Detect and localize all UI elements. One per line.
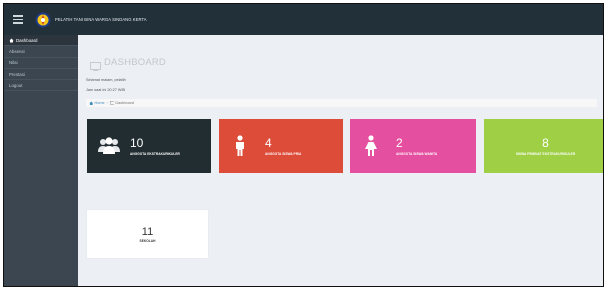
stat-label: SISWA PEMINAT EKSTRAKURIKULER: [515, 151, 576, 156]
sidebar-item-absensi[interactable]: Absensi: [4, 46, 78, 58]
stat-label: ANGGOTA EKSTRAKURIKULER: [130, 151, 180, 156]
breadcrumb: Home › Dashboard: [86, 99, 597, 107]
stat-value: 4: [265, 135, 272, 150]
breadcrumb-home[interactable]: Home: [89, 101, 105, 105]
page-header: DASHBOARD: [90, 57, 166, 71]
clock-text: Jam saat ini 20:27 WIB: [86, 88, 126, 92]
sidebar-item-prestasi[interactable]: Prestasi: [4, 69, 78, 81]
users-icon: [94, 131, 124, 161]
app-frame: PELATIH TANI BINA WARGA SINDANG KERTA Da…: [3, 3, 604, 287]
sidebar-item-label: Dashboard: [16, 37, 38, 43]
sidebar-item-dashboard[interactable]: Dashboard: [4, 35, 78, 47]
stat-label: SEKOLAH: [139, 238, 156, 243]
sidebar-item-label: Nilai: [9, 60, 18, 66]
breadcrumb-home-label: Home: [94, 101, 105, 105]
page-title: DASHBOARD: [104, 57, 166, 68]
male-icon: [225, 131, 255, 161]
breadcrumb-current: Dashboard: [109, 101, 134, 105]
welcome-text: Selamat malam, pelatih: [86, 78, 126, 82]
school-logo: [35, 12, 51, 28]
stat-box-siswa-pria[interactable]: 4 ANGGOTA SISWA PRIA: [219, 119, 343, 173]
sidebar: Dashboard Absensi Nilai Prestasi Logout: [4, 35, 78, 286]
stat-box-ekstrakurikuler[interactable]: 10 ANGGOTA EKSTRAKURIKULER: [87, 119, 211, 173]
female-icon: [356, 131, 386, 161]
stat-value: 10: [130, 135, 144, 150]
stat-label: ANGGOTA SISWA WANITA: [396, 151, 438, 156]
app-title: PELATIH TANI BINA WARGA SINDANG KERTA: [55, 17, 147, 22]
stat-box-peminat[interactable]: 8 SISWA PEMINAT EKSTRAKURIKULER: [484, 119, 603, 173]
home-icon: [9, 38, 14, 43]
sidebar-item-label: Logout: [9, 82, 23, 88]
home-icon: [89, 101, 94, 105]
sidebar-item-logout[interactable]: Logout: [4, 80, 78, 92]
breadcrumb-current-label: Dashboard: [115, 101, 134, 105]
sidebar-item-nilai[interactable]: Nilai: [4, 58, 78, 69]
dashboard-icon: [90, 58, 101, 71]
stat-value: 8: [542, 135, 549, 150]
top-navbar: PELATIH TANI BINA WARGA SINDANG KERTA: [4, 4, 603, 35]
stat-value: 2: [396, 135, 403, 150]
menu-toggle-icon[interactable]: [13, 15, 23, 24]
stat-label: ANGGOTA SISWA PRIA: [265, 151, 302, 156]
stat-box-siswa-wanita[interactable]: 2 ANGGOTA SISWA WANITA: [350, 119, 476, 173]
stat-box-sekolah[interactable]: 11 SEKOLAH: [87, 210, 208, 258]
main-content: DASHBOARD Selamat malam, pelatih Jam saa…: [78, 35, 603, 286]
sidebar-item-label: Prestasi: [9, 71, 25, 77]
sidebar-item-label: Absensi: [9, 48, 25, 54]
dashboard-icon: [109, 101, 115, 105]
breadcrumb-separator: ›: [106, 101, 108, 105]
stat-value: 11: [141, 225, 154, 238]
